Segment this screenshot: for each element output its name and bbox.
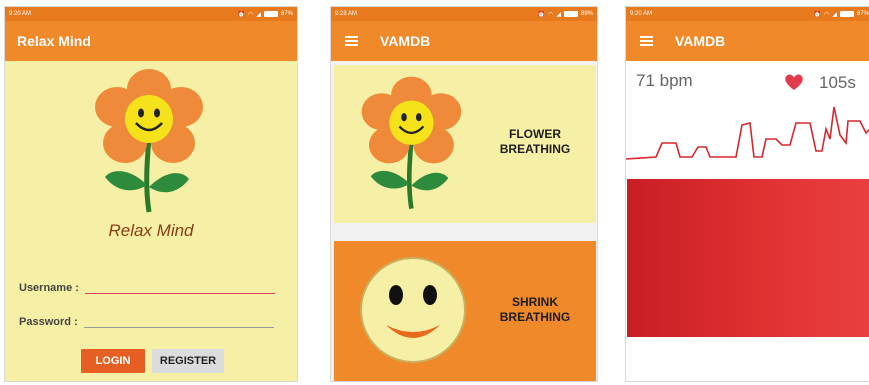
battery-level: 89% [580,11,593,17]
menu-icon[interactable] [640,36,653,46]
status-bar: 9:20 AM ⏰ ◠ ◢ 87% [626,7,869,21]
heart-rate-row: 71 bpm 105s [636,71,869,95]
smiley-face-icon [360,257,466,363]
status-bar: 9:28 AM ⏰ ◠ ◢ 89% [331,7,597,21]
app-bar: Relax Mind [5,21,297,61]
system-icons: ⏰ ◠ ◢ 87% [814,11,869,18]
flower-breathing-card[interactable]: FLOWER BREATHING [334,65,596,223]
system-icons: ⏰ ◠ ◢ 87% [238,11,293,18]
app-bar: VAMDB [331,21,597,61]
status-time: 9:28 AM [335,11,358,17]
shrink-breathing-label: SHRINK BREATHING [490,295,580,325]
wifi-icon: ◠ [824,11,830,18]
exercise-list: FLOWER BREATHING SHRINK BREATHING [331,61,597,381]
logo-text: Relax Mind [108,221,194,240]
alarm-icon: ⏰ [537,11,546,18]
battery-icon [839,11,854,17]
phone-login-screen: 9:20 AM ⏰ ◠ ◢ 87% Relax Mind Relax Mind [4,6,298,382]
app-title: VAMDB [675,33,726,49]
timer-value: 105s [819,73,856,92]
signal-icon: ◢ [832,11,837,18]
phone-exercise-list: 9:28 AM ⏰ ◠ ◢ 89% VAMDB FLOWER BREATHING… [330,6,598,382]
heart-icon [785,74,803,90]
app-title: Relax Mind [17,33,91,49]
heart-rate-waveform [626,106,869,160]
flower-breathing-label: FLOWER BREATHING [490,127,580,157]
alarm-icon: ⏰ [813,11,822,18]
register-button[interactable]: REGISTER [152,349,224,373]
flower-smiley-icon [361,76,462,209]
status-bar: 9:20 AM ⏰ ◠ ◢ 87% [5,7,297,21]
battery-level: 87% [856,11,869,17]
wifi-icon: ◠ [248,11,254,18]
card-label-line: SHRINK [511,295,558,309]
card-label-line: FLOWER [509,127,561,141]
breathing-indicator-area [627,179,869,337]
signal-icon: ◢ [256,11,261,18]
signal-icon: ◢ [556,11,561,18]
username-label: Username : [19,282,79,294]
password-label: Password : [19,316,78,328]
card-label-line: BREATHING [499,142,571,156]
app-bar: VAMDB [626,21,869,61]
login-button[interactable]: LOGIN [81,349,145,373]
alarm-icon: ⏰ [237,11,246,18]
phone-heart-rate-screen: 9:20 AM ⏰ ◠ ◢ 87% VAMDB 71 bpm 105s [625,6,869,382]
status-time: 9:20 AM [630,11,653,17]
system-icons: ⏰ ◠ ◢ 89% [538,11,593,18]
battery-icon [563,11,578,17]
login-panel: Relax Mind Username : Password : LOGIN R… [5,61,297,381]
password-input[interactable] [83,313,274,328]
status-time: 9:20 AM [9,11,32,17]
flower-smiley-icon [95,69,203,213]
heart-rate-panel: 71 bpm 105s [626,61,869,381]
menu-icon[interactable] [345,36,358,46]
heart-rate-value: 71 bpm [636,71,693,90]
battery-level: 87% [280,11,293,17]
shrink-breathing-card[interactable]: SHRINK BREATHING [334,241,596,381]
username-input[interactable] [84,279,275,294]
username-row: Username : [19,279,275,294]
battery-icon [263,11,278,17]
password-row: Password : [19,313,274,328]
app-title: VAMDB [380,33,431,49]
card-label-line: BREATHING [499,310,571,324]
wifi-icon: ◠ [548,11,554,18]
